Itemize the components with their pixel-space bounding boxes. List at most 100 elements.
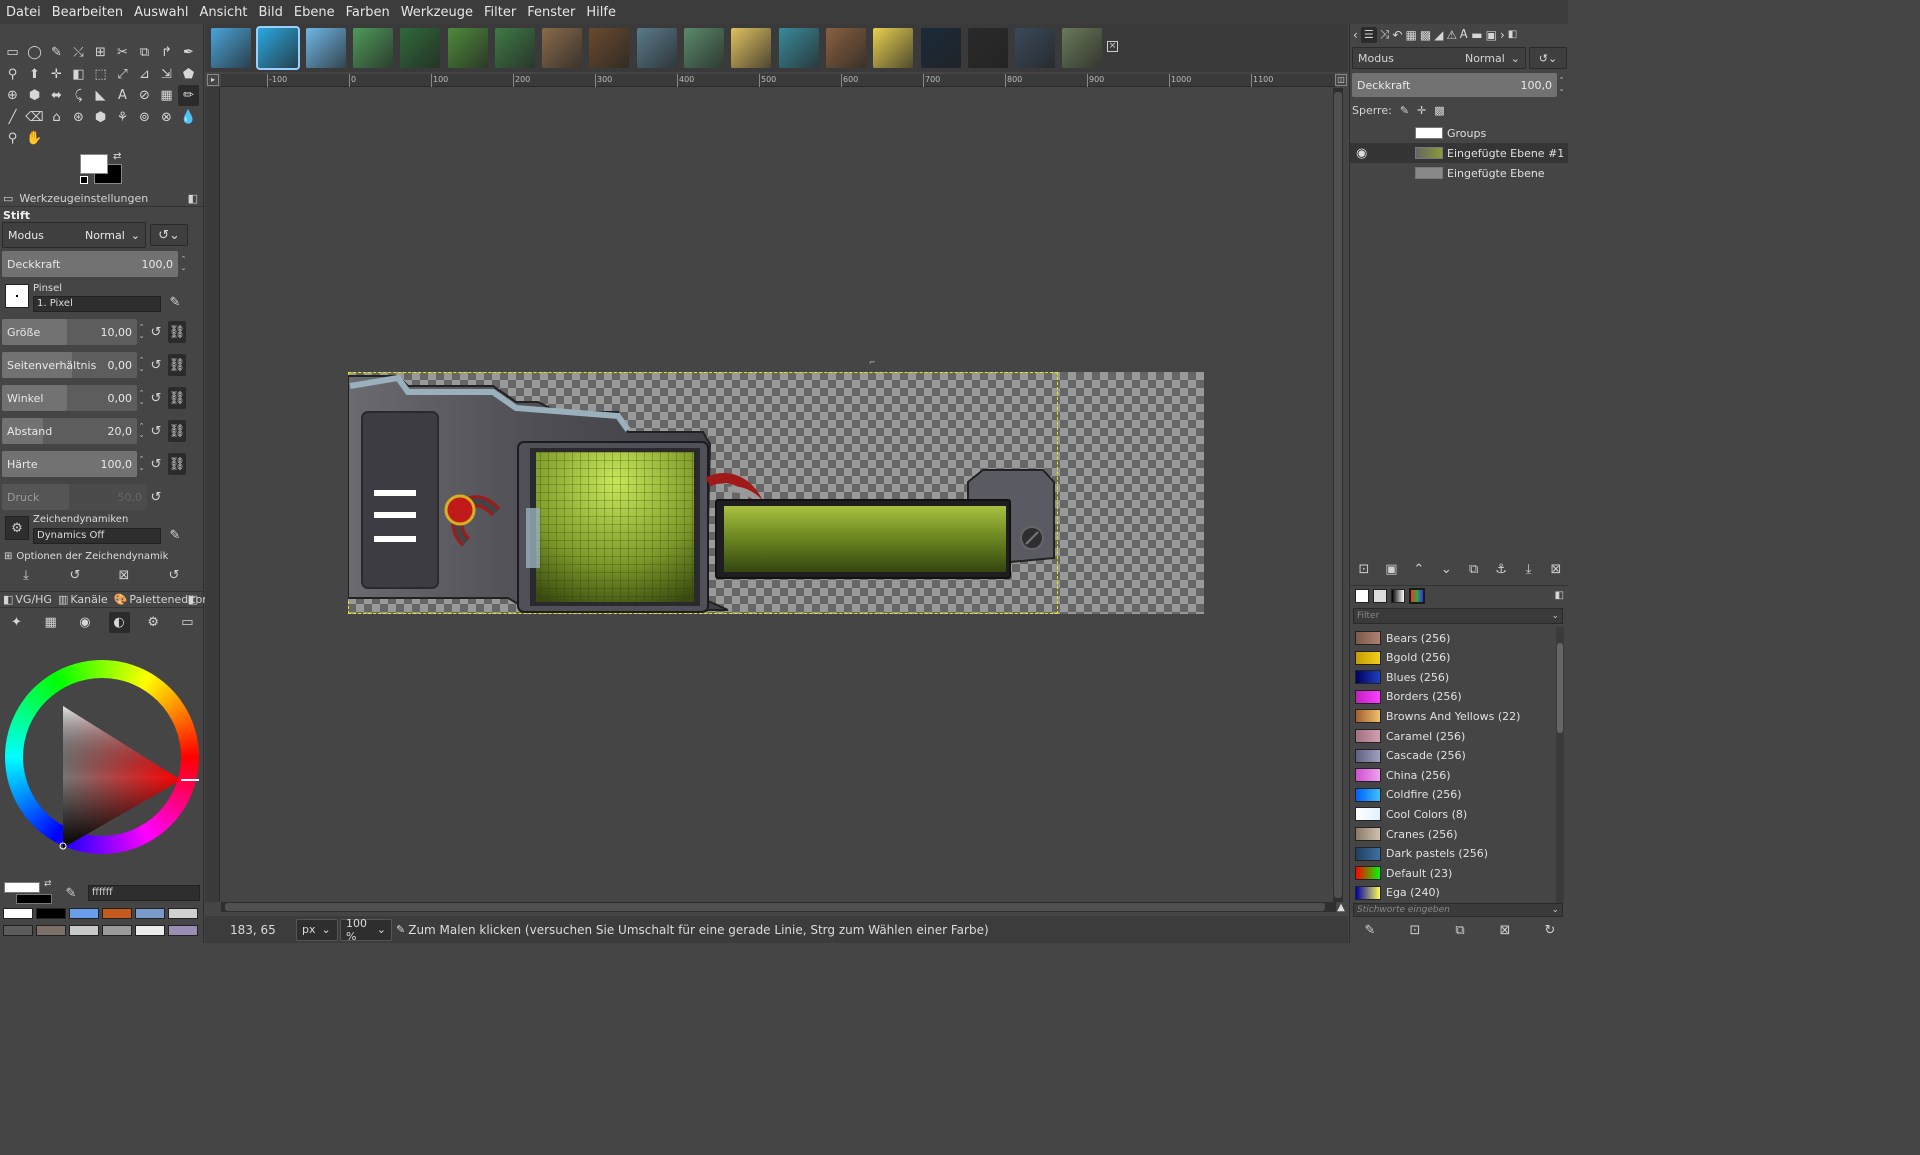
menu-ebene[interactable]: Ebene [294,5,335,20]
color-history-swatch[interactable] [168,908,198,919]
color-triangle[interactable] [5,660,199,854]
undo-tab-icon[interactable]: ↶ [1392,28,1402,42]
new-palette-button[interactable]: ⊡ [1405,921,1425,939]
lock-pixels-icon[interactable]: ✎ [1400,104,1409,117]
spacing-spin-arrows[interactable]: ⌃ ⌄ [137,418,146,444]
image-tab-thumbnail[interactable] [211,28,251,68]
gradients-tab-icon[interactable] [1391,588,1405,603]
edit-brush-button[interactable]: ✎ [166,291,184,313]
aspect-reset-button[interactable]: ↺ [147,354,165,376]
image-tab-thumbnail[interactable] [684,28,724,68]
refresh-palettes-button[interactable]: ↻ [1540,921,1560,939]
image-tab-thumbnail[interactable] [352,28,393,68]
close-tab-icon[interactable]: × [1107,41,1118,52]
color-history-swatch[interactable] [69,925,99,936]
menu-ansicht[interactable]: Ansicht [199,5,247,20]
image-tab-thumbnail[interactable] [542,28,583,68]
hex-color-field[interactable]: ffffff [88,885,200,901]
patterns-tab-icon[interactable] [1373,588,1387,603]
lock-alpha-icon[interactable]: ▩ [1434,104,1444,117]
color-wheel[interactable] [5,660,199,854]
tool-button[interactable]: ⊕ [2,85,23,106]
tool-button[interactable]: ✋ [24,128,45,149]
palette-row[interactable]: Ega (240) [1350,883,1550,903]
layer-mode-select[interactable]: Modus Normal ⌄ [1352,47,1526,69]
delete-layer-button[interactable]: ⊠ [1546,560,1566,578]
tool-button[interactable]: ⚲ [2,128,23,149]
tool-button[interactable]: ⤢ [112,64,133,85]
watercolor-selector-icon[interactable]: ◉ [74,612,95,633]
tool-button[interactable]: ⬢ [24,85,45,106]
configure-tab-icon[interactable]: ◧ [188,192,198,205]
size-spin-arrows[interactable]: ⌃ ⌄ [137,319,146,345]
patterns-tab-icon[interactable]: ▦ [1405,28,1416,42]
opacity-spin-arrows[interactable]: ⌃ ⌄ [179,251,188,277]
menu-werkzeuge[interactable]: Werkzeuge [401,5,473,20]
lower-layer-button[interactable]: ⌄ [1436,560,1456,578]
tool-button[interactable]: ⊘ [134,85,155,106]
tool-button[interactable]: ⬢ [90,107,111,128]
palette-row[interactable]: Cascade (256) [1350,746,1550,766]
angle-link-button[interactable]: ⛓ [168,387,186,409]
palette-row[interactable]: Blues (256) [1350,667,1550,687]
mini-bg-swatch[interactable] [16,894,52,904]
swap-colors-icon[interactable]: ⇄ [113,151,121,162]
palette-row[interactable]: China (256) [1350,765,1550,785]
pressure-reset-button[interactable]: ↺ [147,486,165,508]
configure-tab-icon[interactable]: ◧ [1555,590,1564,601]
color-history-swatch[interactable] [69,908,99,919]
tab-fg-bg[interactable]: ◧ VG/HG [3,593,52,606]
color-history-swatch[interactable] [36,925,66,936]
edit-dynamics-button[interactable]: ✎ [166,524,184,546]
spacing-slider[interactable]: Abstand 20,0 [2,418,137,444]
brush-preview[interactable] [5,284,29,308]
image-tab-thumbnail[interactable] [1062,28,1103,68]
document-history-tab-icon[interactable]: ▣ [1486,28,1497,42]
hardness-link-button[interactable]: ⛓ [168,453,186,475]
horizontal-scroll-thumb[interactable] [225,903,1325,911]
tool-button[interactable]: ◣ [90,85,111,106]
tool-button[interactable]: ✛ [46,64,67,85]
layer-opacity-slider[interactable]: Deckkraft 100,0 [1352,73,1557,97]
hardness-spin-arrows[interactable]: ⌃ ⌄ [137,451,146,477]
navigate-icon[interactable]: ◫ [1335,74,1347,86]
menu-filter[interactable]: Filter [484,5,516,20]
image-tab-thumbnail[interactable] [494,28,535,68]
new-layer-group-button[interactable]: ▣ [1381,560,1401,578]
quick-mask-toggle[interactable]: ▸ [207,74,219,86]
image-tab-thumbnail[interactable] [447,28,488,68]
fonts-tab-icon[interactable]: Ꭺ [1460,27,1468,42]
angle-spin-arrows[interactable]: ⌃ ⌄ [137,385,146,411]
layer-row[interactable]: Eingefügte Ebene [1350,163,1568,183]
menu-hilfe[interactable]: Hilfe [586,5,616,20]
color-history-swatch[interactable] [102,908,132,919]
tool-button[interactable]: ⇲ [156,64,177,85]
image-tab-thumbnail[interactable] [1015,28,1056,68]
tool-button[interactable]: ⊚ [134,107,155,128]
tool-button[interactable]: ✂ [112,42,133,63]
tool-button[interactable]: ╱ [2,107,23,128]
canvas-viewport[interactable]: ⌐ [221,88,1336,902]
paths-tab-icon[interactable]: ⤨ [1380,27,1390,42]
color-history-swatch[interactable] [102,925,132,936]
palettes-tab-icon[interactable] [1409,587,1425,604]
cmyk-selector-icon[interactable]: ▦ [40,612,61,633]
tool-button[interactable]: ⬚ [90,64,111,85]
opacity-slider[interactable]: Deckkraft 100,0 [2,251,178,277]
image-tab-thumbnail[interactable] [825,28,866,68]
menu-fenster[interactable]: Fenster [527,5,575,20]
layer-opacity-spin-arrows[interactable]: ⌃ ⌄ [1557,72,1566,98]
restore-tool-preset-button[interactable]: ↺ [65,566,85,584]
image-tab-thumbnail[interactable] [400,28,441,68]
vertical-scrollbar[interactable] [1333,88,1343,902]
menu-bearbeiten[interactable]: Bearbeiten [52,5,123,20]
tool-button[interactable]: ✏ [178,85,199,106]
tool-button[interactable]: ⌂ [46,107,67,128]
dynamics-name-field[interactable]: Dynamics Off [33,528,161,544]
foreground-color-swatch[interactable] [80,154,108,174]
color-history-swatch[interactable] [3,908,33,919]
palette-selector-icon[interactable]: ▭ [177,612,198,633]
image-tab-thumbnail[interactable] [636,28,677,68]
palette-list-scrollbar[interactable] [1556,627,1564,903]
image-tab-thumbnail[interactable] [731,28,772,68]
